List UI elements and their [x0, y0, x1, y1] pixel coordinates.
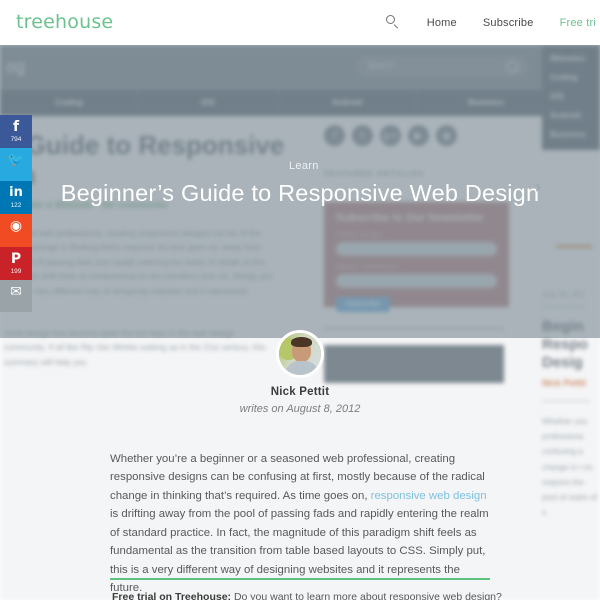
bg-right-body: Whether you professiona confusing a chan… — [542, 417, 598, 518]
facebook-share-count: 794 — [10, 136, 22, 143]
hero-title: Beginner’s Guide to Responsive Web Desig… — [60, 180, 540, 206]
treehouse-logo[interactable]: treehouse — [16, 13, 113, 32]
author-date: writes on August 8, 2012 — [239, 403, 361, 415]
responsive-web-design-link[interactable]: responsive web design — [371, 490, 487, 502]
search-icon[interactable] — [385, 15, 401, 30]
pinterest-icon: P — [10, 251, 22, 267]
share-email-button[interactable]: ✉ — [0, 280, 32, 312]
facebook-icon: f — [12, 119, 20, 135]
share-twitter-button[interactable]: 🐦 — [0, 148, 32, 181]
paragraph-text-after-link: is drifting away from the pool of passin… — [110, 508, 489, 595]
header-nav: Home Subscribe Free tri — [385, 15, 600, 30]
reddit-icon: ◉ — [9, 218, 23, 234]
nav-item-free-trial[interactable]: Free tri — [560, 17, 596, 29]
author-name[interactable]: Nick Pettit — [0, 386, 600, 398]
page-root: og Search Coding iOS Android Business We… — [0, 0, 600, 600]
avatar — [276, 330, 324, 378]
hero-kicker-label[interactable]: Learn — [289, 160, 319, 172]
share-facebook-button[interactable]: f 794 — [0, 115, 32, 148]
article-first-paragraph: Whether you’re a beginner or a seasoned … — [110, 450, 490, 598]
share-reddit-button[interactable]: ◉ — [0, 214, 32, 247]
bg-right-rule-2 — [542, 400, 590, 402]
linkedin-share-count: 122 — [10, 202, 22, 209]
promo-callout: Free trial on Treehouse: Do you want to … — [112, 590, 502, 600]
nav-item-subscribe[interactable]: Subscribe — [483, 17, 534, 29]
twitter-icon: 🐦 — [7, 152, 25, 168]
linkedin-icon: in — [9, 185, 23, 200]
promo-lead: Free trial on Treehouse: — [112, 591, 234, 600]
nav-item-home[interactable]: Home — [427, 17, 457, 29]
social-share-rail: f 794 🐦 in 122 ◉ P 199 ✉ — [0, 115, 32, 312]
green-divider-rule — [110, 578, 490, 580]
promo-text: Do you want to learn more about responsi… — [233, 591, 502, 600]
avatar-hair — [291, 337, 312, 347]
chevron-right-icon[interactable]: › — [534, 178, 542, 197]
hero-overlay: Learn Beginner’s Guide to Responsive Web… — [0, 45, 600, 338]
envelope-icon: ✉ — [10, 284, 22, 300]
bg-sidebar-placeholder-block — [324, 345, 504, 383]
pinterest-share-count: 199 — [10, 268, 22, 275]
share-linkedin-button[interactable]: in 122 — [0, 181, 32, 214]
site-header: treehouse Home Subscribe Free tri — [0, 0, 600, 45]
share-pinterest-button[interactable]: P 199 — [0, 247, 32, 280]
